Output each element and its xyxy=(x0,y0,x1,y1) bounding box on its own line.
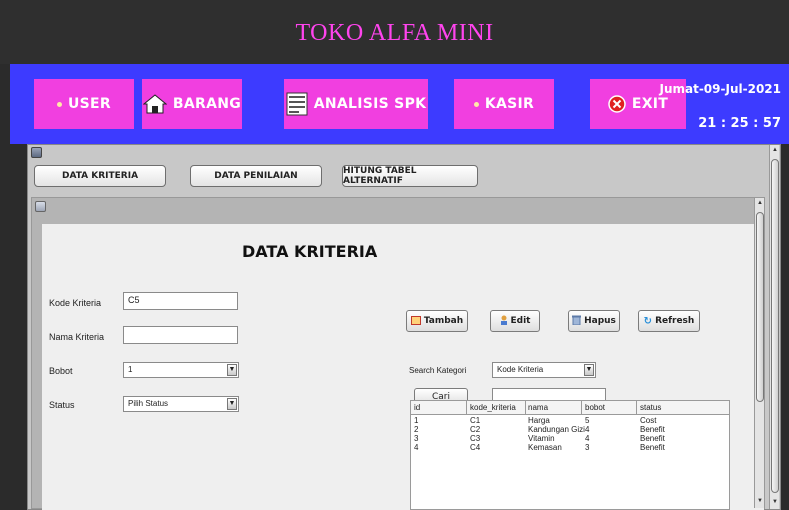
cell-nama: Kandungan Gizi xyxy=(528,425,585,434)
search-category-dropdown[interactable]: Kode Kriteria ▼ xyxy=(492,362,596,378)
data-kriteria-frame: DATA KRITERIA Kode Kriteria C5 Nama Krit… xyxy=(31,197,765,510)
column-header-kode-kriteria[interactable]: kode_kriteria xyxy=(470,403,516,412)
column-header-id[interactable]: id xyxy=(414,403,420,412)
edit-button[interactable]: Edit xyxy=(490,310,540,332)
cell-nama: Vitamin xyxy=(528,434,555,443)
cell-id: 4 xyxy=(414,443,419,452)
window-scrollbar[interactable]: ▲ ▼ xyxy=(769,145,779,509)
add-icon xyxy=(410,315,421,328)
status-selected: Pilih Status xyxy=(128,399,169,408)
hapus-label: Hapus xyxy=(584,316,616,326)
panel-title: DATA KRITERIA xyxy=(242,242,378,261)
edit-icon xyxy=(500,315,508,328)
kode-kriteria-field[interactable]: C5 xyxy=(123,292,238,310)
kriteria-table: id kode_kriteria nama bobot status 1 C1 … xyxy=(410,400,730,510)
bobot-label: Bobot xyxy=(49,366,73,376)
cell-status: Cost xyxy=(640,416,657,425)
cell-nama: Kemasan xyxy=(528,443,562,452)
cell-bobot: 5 xyxy=(585,416,590,425)
tab-data-kriteria[interactable]: DATA KRITERIA xyxy=(34,165,166,187)
scroll-up-icon[interactable]: ▲ xyxy=(755,198,765,208)
status-dropdown[interactable]: Pilih Status ▼ xyxy=(123,396,239,412)
cell-id: 2 xyxy=(414,425,419,434)
cell-bobot: 4 xyxy=(585,434,590,443)
scroll-down-icon[interactable]: ▼ xyxy=(755,496,765,506)
refresh-button[interactable]: ↻ Refresh xyxy=(638,310,700,332)
scrollbar-thumb[interactable] xyxy=(771,159,779,493)
scroll-down-icon[interactable]: ▼ xyxy=(770,497,780,507)
panel-scrollbar[interactable]: ▲ ▼ xyxy=(754,198,764,508)
search-category-selected: Kode Kriteria xyxy=(497,365,544,374)
chevron-down-icon: ▼ xyxy=(227,364,237,376)
user-button[interactable]: USER xyxy=(34,79,134,129)
search-kategori-label: Search Kategori xyxy=(409,366,467,375)
tambah-button[interactable]: Tambah xyxy=(406,310,468,332)
cell-id: 3 xyxy=(414,434,419,443)
analisis-spk-label: ANALISIS SPK xyxy=(313,96,427,112)
cell-kode: C4 xyxy=(470,443,481,452)
nama-kriteria-label: Nama Kriteria xyxy=(49,332,105,342)
table-row[interactable]: 2 C2 Kandungan Gizi 4 Benefit xyxy=(411,425,729,434)
delete-icon xyxy=(572,315,582,328)
tab-strip: DATA KRITERIA DATA PENILAIAN HITUNG TABE… xyxy=(32,163,774,195)
app-title-bar: TOKO ALFA MINI xyxy=(0,0,789,64)
datetime-display: Jumat-09-Jul-2021 21 : 25 : 57 xyxy=(659,82,781,131)
column-header-status[interactable]: status xyxy=(640,403,661,412)
tambah-label: Tambah xyxy=(423,316,464,326)
current-date: Jumat-09-Jul-2021 xyxy=(659,82,781,96)
cell-status: Benefit xyxy=(640,434,665,443)
cell-kode: C3 xyxy=(470,434,481,443)
hapus-button[interactable]: Hapus xyxy=(568,310,620,332)
status-label: Status xyxy=(49,400,75,410)
tab-data-penilaian[interactable]: DATA PENILAIAN xyxy=(190,165,322,187)
column-header-bobot[interactable]: bobot xyxy=(585,403,605,412)
kriteria-window: DATA KRITERIA DATA PENILAIAN HITUNG TABE… xyxy=(27,144,781,510)
chevron-down-icon: ▼ xyxy=(227,398,237,410)
close-icon xyxy=(608,95,626,113)
edit-label: Edit xyxy=(510,316,531,326)
current-time: 21 : 25 : 57 xyxy=(698,116,781,131)
data-kriteria-panel: DATA KRITERIA Kode Kriteria C5 Nama Krit… xyxy=(42,224,764,510)
cell-status: Benefit xyxy=(640,425,665,434)
scroll-up-icon[interactable]: ▲ xyxy=(770,145,780,155)
column-header-nama[interactable]: nama xyxy=(528,403,548,412)
window-menu-icon[interactable] xyxy=(31,147,42,158)
cell-bobot: 4 xyxy=(585,425,590,434)
cashier-icon xyxy=(473,101,479,107)
nama-kriteria-field[interactable] xyxy=(123,326,238,344)
table-row[interactable]: 3 C3 Vitamin 4 Benefit xyxy=(411,434,729,443)
refresh-icon: ↻ xyxy=(643,315,653,327)
main-menu-bar: USER BARANG ANALISIS SPK KASIR EXIT Juma… xyxy=(10,64,789,144)
barang-button-label: BARANG xyxy=(172,96,242,112)
user-icon xyxy=(57,101,62,107)
home-icon xyxy=(142,94,167,114)
chevron-down-icon: ▼ xyxy=(584,364,594,376)
refresh-label: Refresh xyxy=(655,316,695,326)
bobot-dropdown[interactable]: 1 ▼ xyxy=(123,362,239,378)
kasir-button[interactable]: KASIR xyxy=(454,79,554,129)
tab-hitung-tabel-alternatif[interactable]: HITUNG TABEL ALTERNATIF xyxy=(342,165,478,187)
cell-kode: C2 xyxy=(470,425,481,434)
barang-button[interactable]: BARANG xyxy=(142,79,242,129)
cell-nama: Harga xyxy=(528,416,550,425)
cell-bobot: 3 xyxy=(585,443,590,452)
table-header: id kode_kriteria nama bobot status xyxy=(411,401,729,415)
cell-status: Benefit xyxy=(640,443,665,452)
cell-id: 1 xyxy=(414,416,419,425)
scrollbar-thumb[interactable] xyxy=(756,212,764,402)
app-title: TOKO ALFA MINI xyxy=(295,20,494,46)
analisis-spk-button[interactable]: ANALISIS SPK xyxy=(284,79,428,129)
table-row[interactable]: 1 C1 Harga 5 Cost xyxy=(411,416,729,425)
spreadsheet-icon xyxy=(286,92,308,116)
cell-kode: C1 xyxy=(470,416,481,425)
frame-menu-icon[interactable] xyxy=(35,201,46,212)
bobot-selected: 1 xyxy=(128,365,133,374)
kode-kriteria-label: Kode Kriteria xyxy=(49,298,102,308)
table-row[interactable]: 4 C4 Kemasan 3 Benefit xyxy=(411,443,729,452)
user-button-label: USER xyxy=(68,96,111,112)
kasir-button-label: KASIR xyxy=(484,96,535,112)
